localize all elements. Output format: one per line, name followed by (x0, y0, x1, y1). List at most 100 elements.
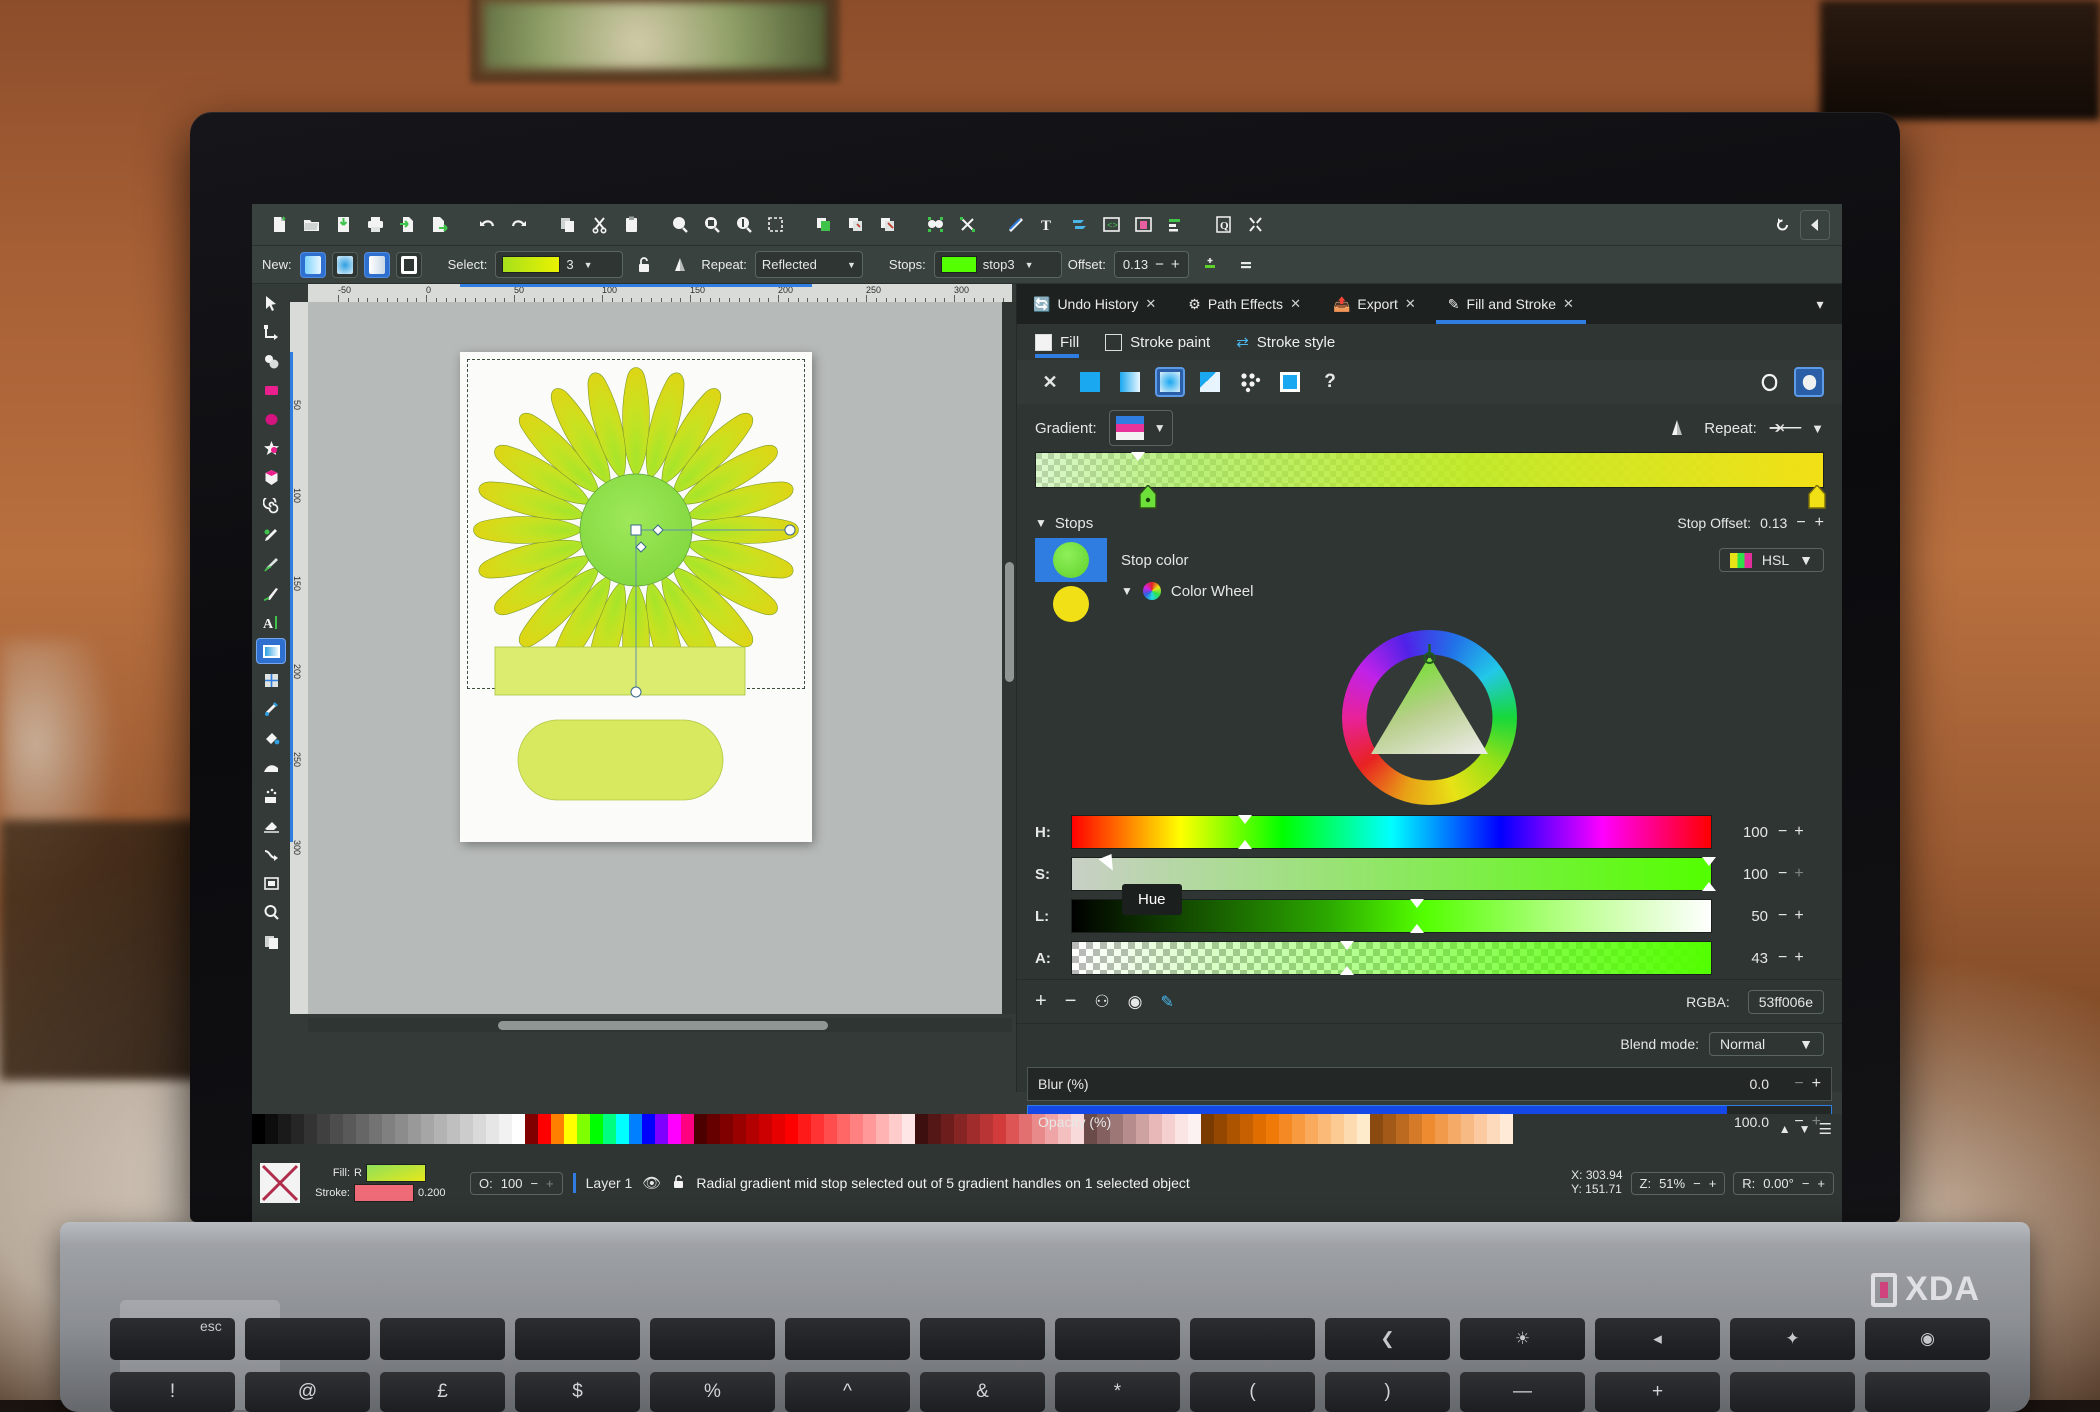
new-linear-gradient-button[interactable] (300, 252, 326, 278)
print-icon[interactable] (360, 210, 390, 240)
sidebar-item-3dbox-tool[interactable] (256, 464, 286, 490)
save-document-icon[interactable] (328, 210, 358, 240)
sidebar-item-calligraphy-tool[interactable] (256, 580, 286, 606)
number-key[interactable]: ( (1190, 1372, 1315, 1412)
color-mode-combo[interactable]: HSL ▼ (1719, 548, 1824, 572)
panel-collapse-icon[interactable] (1800, 210, 1830, 240)
repeat-combo[interactable]: Reflected ▼ (755, 251, 863, 278)
palette-swatch[interactable] (1383, 1114, 1396, 1144)
palette-swatch[interactable] (1292, 1114, 1305, 1144)
horizontal-scroll-thumb[interactable] (498, 1021, 828, 1030)
fill-rule-evenodd-icon[interactable] (1754, 367, 1784, 397)
palette-swatch[interactable] (902, 1114, 915, 1144)
number-key[interactable]: ) (1325, 1372, 1450, 1412)
sidebar-item-gradient-tool[interactable] (256, 638, 286, 664)
number-key[interactable]: * (1055, 1372, 1180, 1412)
minus-icon[interactable]: − (1794, 1113, 1803, 1131)
palette-swatch[interactable] (356, 1114, 369, 1144)
chevron-down-icon[interactable]: ▼ (1799, 1036, 1813, 1052)
palette-swatch[interactable] (1370, 1114, 1383, 1144)
palette-swatch[interactable] (1487, 1114, 1500, 1144)
palette-swatch[interactable] (1448, 1114, 1461, 1144)
function-key[interactable] (920, 1318, 1045, 1360)
paint-unknown-button[interactable]: ? (1315, 367, 1345, 397)
palette-swatch[interactable] (590, 1114, 603, 1144)
new-document-icon[interactable] (264, 210, 294, 240)
number-key[interactable] (1730, 1372, 1855, 1412)
palette-swatch[interactable] (1279, 1114, 1292, 1144)
opacity-stepper[interactable]: −+ (1794, 1113, 1821, 1131)
palette-swatch[interactable] (785, 1114, 798, 1144)
plus-icon[interactable]: + (1709, 1176, 1717, 1191)
function-key[interactable] (515, 1318, 640, 1360)
palette-swatch[interactable] (1396, 1114, 1409, 1144)
sidebar-item-pages-tool[interactable] (256, 928, 286, 954)
minus-icon[interactable]: − (1796, 514, 1805, 532)
palette-swatch[interactable] (668, 1114, 681, 1144)
sidebar-item-paintbucket-tool[interactable] (256, 725, 286, 751)
palette-swatch[interactable] (733, 1114, 746, 1144)
palette-swatch[interactable] (993, 1114, 1006, 1144)
paint-swatch-button[interactable] (1275, 367, 1305, 397)
palette-swatch[interactable] (1331, 1114, 1344, 1144)
sidebar-item-pen-tool[interactable] (256, 551, 286, 577)
minus-icon[interactable]: − (1802, 1176, 1810, 1191)
palette-swatch[interactable] (1214, 1114, 1227, 1144)
sidebar-item-pencil-tool[interactable] (256, 522, 286, 548)
alpha-stepper[interactable]: −+ (1778, 949, 1824, 967)
chevron-down-icon[interactable]: ▼ (1035, 516, 1047, 530)
minus-icon[interactable]: − (1778, 907, 1787, 925)
alpha-slider[interactable] (1071, 941, 1712, 975)
gradient-select-combo[interactable]: 3 ▼ (495, 251, 623, 278)
paint-none-button[interactable]: ✕ (1035, 367, 1065, 397)
number-key[interactable]: & (920, 1372, 1045, 1412)
palette-swatch[interactable] (1461, 1114, 1474, 1144)
palette-swatch[interactable] (798, 1114, 811, 1144)
stops-combo[interactable]: stop3 ▼ (934, 251, 1062, 278)
palette-swatch[interactable] (837, 1114, 850, 1144)
palette-swatch[interactable] (824, 1114, 837, 1144)
new-radial-gradient-button[interactable] (332, 252, 358, 278)
palette-swatch[interactable] (1253, 1114, 1266, 1144)
zoom-in-icon[interactable] (664, 210, 694, 240)
chevron-down-icon[interactable]: ▼ (584, 260, 593, 270)
subtab-stroke-style[interactable]: ⇄ Stroke style (1236, 324, 1335, 360)
subtab-fill[interactable]: Fill (1035, 324, 1079, 360)
vertical-scrollbar[interactable] (1002, 302, 1016, 1014)
palette-swatch[interactable] (1266, 1114, 1279, 1144)
palette-swatch[interactable] (915, 1114, 928, 1144)
offset-spinner[interactable]: 0.13 − + (1114, 251, 1189, 278)
chevron-down-icon[interactable]: ▼ (1121, 584, 1133, 598)
palette-swatch[interactable] (954, 1114, 967, 1144)
palette-swatch[interactable] (343, 1114, 356, 1144)
chevron-down-icon[interactable]: ▼ (847, 260, 856, 270)
unlink-clone-icon[interactable] (872, 210, 902, 240)
sidebar-item-connector-tool[interactable] (256, 841, 286, 867)
number-key[interactable]: ^ (785, 1372, 910, 1412)
color-wheel-widget[interactable] (1017, 630, 1842, 805)
palette-swatch[interactable] (629, 1114, 642, 1144)
plus-icon[interactable]: + (1794, 823, 1803, 841)
palette-swatch[interactable] (1162, 1114, 1175, 1144)
fill-stroke-indicator[interactable]: Fill: R Stroke: 0.200 (310, 1164, 460, 1202)
saturation-stepper[interactable]: −+ (1778, 865, 1824, 883)
document-properties-icon[interactable]: Q (1208, 210, 1238, 240)
palette-swatch[interactable] (1357, 1114, 1370, 1144)
hue-slider[interactable] (1071, 815, 1712, 849)
sidebar-item-zoom-tool[interactable] (256, 899, 286, 925)
sidebar-item-dropper-tool[interactable] (256, 696, 286, 722)
stroke-swatch[interactable] (354, 1184, 414, 1202)
minus-icon[interactable]: − (530, 1176, 538, 1191)
stop-item-selected[interactable] (1035, 538, 1107, 582)
palette-swatch[interactable] (928, 1114, 941, 1144)
function-key[interactable] (650, 1318, 775, 1360)
lightness-stepper[interactable]: −+ (1778, 907, 1824, 925)
subtab-stroke-paint[interactable]: Stroke paint (1105, 324, 1210, 360)
function-key[interactable] (380, 1318, 505, 1360)
palette-swatch[interactable] (1305, 1114, 1318, 1144)
tab-export[interactable]: 📤 Export ✕ (1317, 284, 1432, 324)
paste-icon[interactable] (616, 210, 646, 240)
function-key[interactable]: ◂ (1595, 1318, 1720, 1360)
palette-swatch[interactable] (707, 1114, 720, 1144)
gradient-stop-handle-mid[interactable] (1138, 485, 1156, 509)
